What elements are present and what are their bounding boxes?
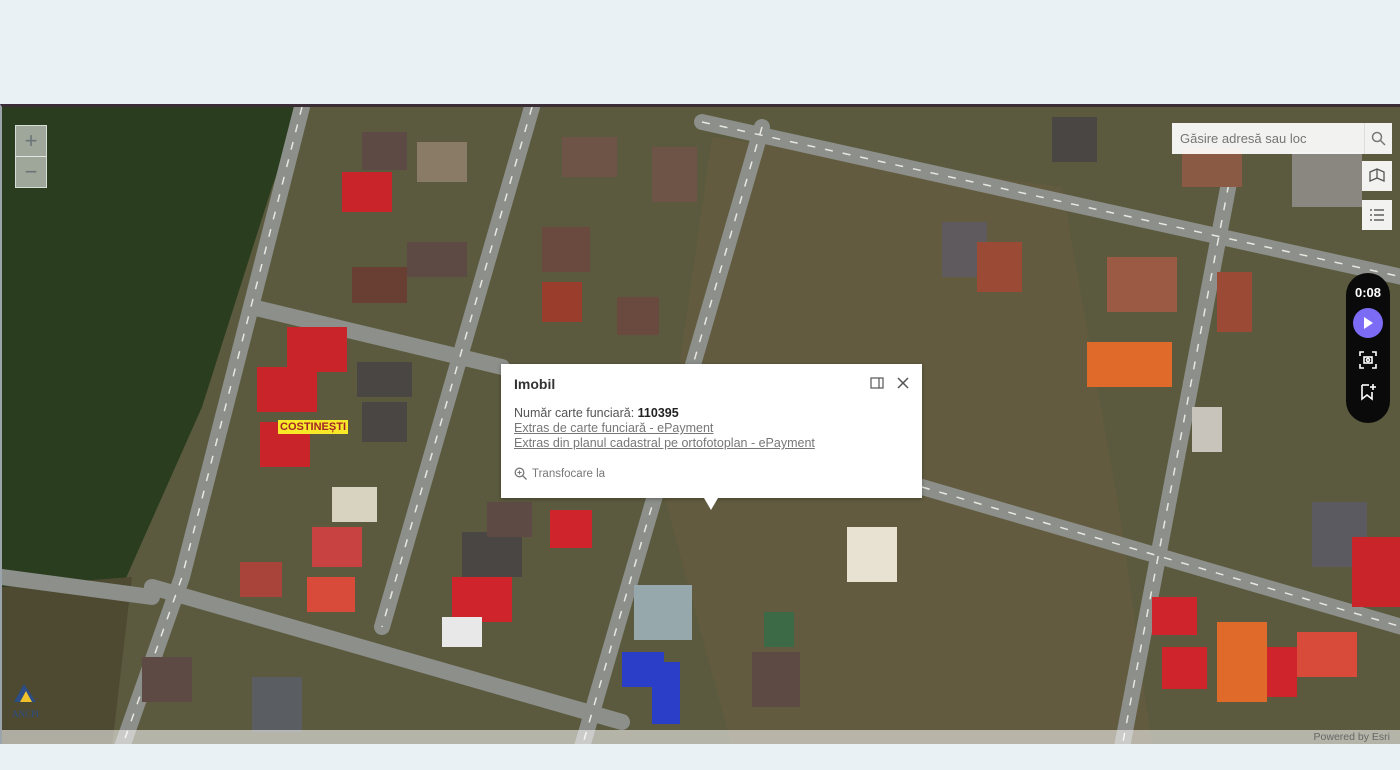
search-widget: [1172, 123, 1392, 154]
cf-value: 110395: [637, 406, 679, 420]
recording-time: 0:08: [1354, 285, 1382, 300]
feature-popup: Imobil Număr carte funciară: 110395 Extr…: [501, 364, 922, 510]
close-icon[interactable]: [896, 376, 910, 390]
zoom-in-button[interactable]: +: [16, 126, 46, 156]
logo-text: ANCPI: [12, 709, 40, 719]
recorder-panel: 0:08: [1346, 273, 1390, 423]
place-label: COSTINEȘTI: [278, 420, 349, 434]
popup-content: Număr carte funciară: 110395 Extras de c…: [514, 406, 909, 451]
extras-cadastral-link[interactable]: Extras din planul cadastral pe ortofotop…: [514, 436, 909, 451]
zoom-control: + −: [15, 125, 47, 188]
basemap-gallery-button[interactable]: [1362, 161, 1392, 191]
zoom-out-button[interactable]: −: [16, 156, 46, 187]
list-icon: [1370, 209, 1384, 221]
basemap-icon: [1369, 168, 1385, 182]
screenshot-button[interactable]: [1353, 346, 1383, 374]
play-icon: [1364, 317, 1373, 329]
zoom-to-action[interactable]: Transfocare la: [514, 467, 909, 480]
cf-label: Număr carte funciară:: [514, 406, 638, 420]
extras-cf-link[interactable]: Extras de carte funciară - ePayment: [514, 421, 909, 436]
add-bookmark-button[interactable]: [1353, 378, 1383, 406]
zoom-to-label: Transfocare la: [532, 467, 606, 480]
cf-row: Număr carte funciară: 110395: [514, 406, 909, 421]
search-icon: [1371, 131, 1386, 146]
popup-title: Imobil: [514, 376, 556, 392]
search-button[interactable]: [1364, 123, 1392, 154]
popup-actions: [870, 376, 910, 390]
bookmark-add-icon: [1361, 384, 1376, 401]
ancpi-logo: ANCPI: [12, 682, 39, 719]
attribution: Powered by Esri: [2, 730, 1400, 744]
dock-icon[interactable]: [870, 376, 884, 390]
zoom-to-icon: [514, 467, 527, 480]
screenshot-icon: [1359, 351, 1377, 369]
map-view[interactable]: + − 0:08: [0, 104, 1400, 744]
search-input[interactable]: [1172, 123, 1364, 154]
layer-list-button[interactable]: [1362, 200, 1392, 230]
ancpi-logo-mark: [14, 684, 36, 702]
play-button[interactable]: [1353, 308, 1383, 338]
